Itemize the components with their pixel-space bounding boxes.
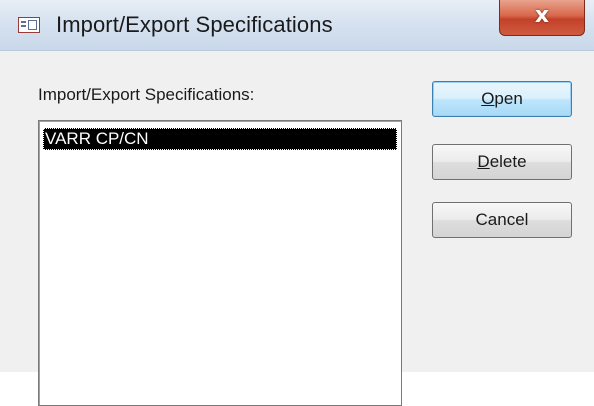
delete-label-rest: elete: [489, 152, 527, 171]
close-button[interactable]: x: [499, 0, 585, 36]
icon-bar: [21, 21, 26, 23]
import-export-specifications-dialog: Import/Export Specifications x Import/Ex…: [0, 0, 594, 406]
window-title: Import/Export Specifications: [56, 12, 333, 37]
specifications-list-label: Import/Export Specifications:: [38, 85, 255, 104]
specifications-listbox[interactable]: VARR CP/CN: [38, 120, 402, 406]
title-bar[interactable]: Import/Export Specifications x: [0, 0, 594, 51]
icon-box: [28, 20, 37, 30]
list-item[interactable]: VARR CP/CN: [43, 128, 397, 150]
access-form-icon[interactable]: [18, 17, 40, 33]
cancel-button[interactable]: Cancel: [432, 202, 572, 238]
close-icon: x: [534, 3, 550, 28]
delete-access-key: D: [477, 152, 490, 171]
open-button[interactable]: Open: [432, 81, 572, 117]
open-label-rest: pen: [494, 89, 523, 108]
delete-button[interactable]: Delete: [432, 144, 572, 180]
icon-bar: [21, 25, 26, 27]
open-access-key: O: [481, 89, 495, 108]
dialog-body: Import/Export Specifications: VARR CP/CN…: [0, 51, 594, 406]
